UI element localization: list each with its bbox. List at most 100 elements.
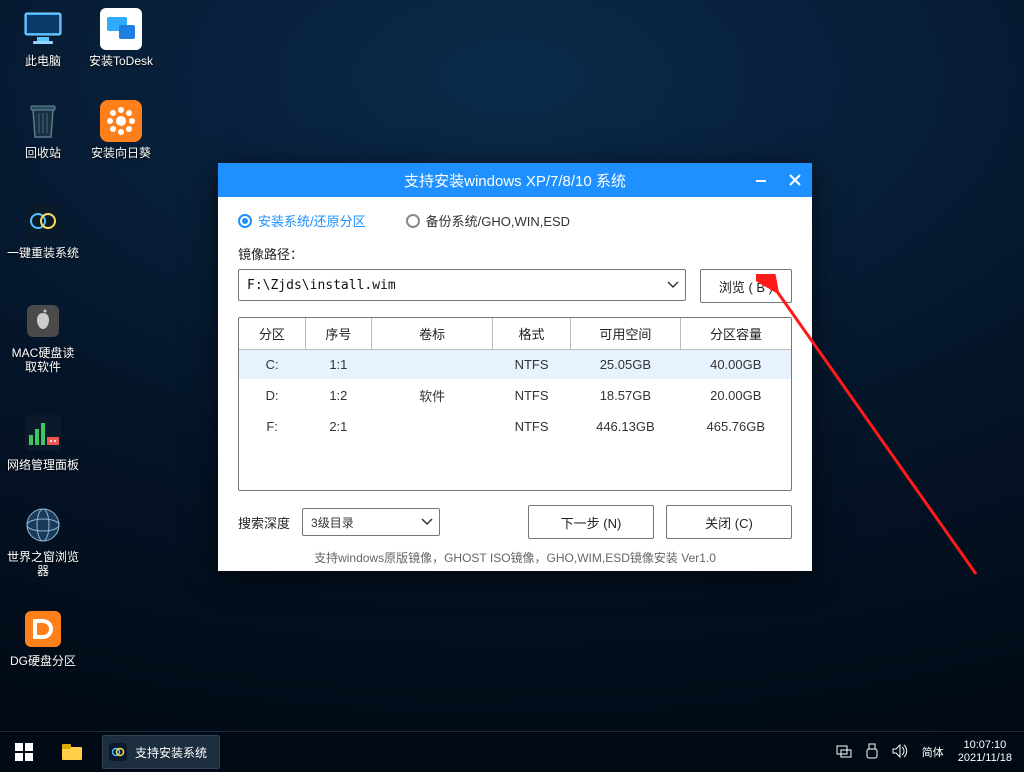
desktop-icon-todesk[interactable]: 安装ToDesk — [84, 8, 158, 68]
cell: NTFS — [493, 412, 570, 441]
browse-button[interactable]: 浏览 ( B ) — [700, 269, 792, 303]
gear-icon — [109, 743, 127, 761]
titlebar[interactable]: 支持安装windows XP/7/8/10 系统 — [218, 163, 812, 197]
depth-value: 3级目录 — [311, 514, 354, 531]
cell: D: — [239, 379, 305, 412]
desktop-icon-sunflower[interactable]: 安装向日葵 — [84, 100, 158, 160]
desktop-icon-recycle[interactable]: 回收站 — [6, 100, 80, 160]
taskbar-explorer[interactable] — [48, 732, 96, 772]
desktop-icon-mac[interactable]: MAC硬盘读取软件 — [6, 300, 80, 374]
col-part: 分区 — [239, 318, 305, 350]
cell: C: — [239, 350, 305, 380]
task-title: 支持安装系统 — [135, 744, 207, 761]
close-icon — [789, 174, 801, 186]
table-row[interactable]: D: 1:2 软件 NTFS 18.57GB 20.00GB — [239, 379, 791, 412]
apple-drive-icon — [22, 300, 64, 342]
desktop-icon-dg[interactable]: DG硬盘分区 — [6, 608, 80, 668]
desktop-icon-onekey[interactable]: 一键重装系统 — [6, 200, 80, 260]
cell: NTFS — [493, 379, 570, 412]
desktop-icon-label: 安装向日葵 — [84, 146, 158, 160]
clock-time: 10:07:10 — [958, 739, 1012, 752]
cell — [371, 350, 492, 380]
start-button[interactable] — [0, 732, 48, 772]
folder-icon — [61, 743, 83, 761]
cell: NTFS — [493, 350, 570, 380]
tray-network-icon[interactable] — [836, 744, 852, 761]
minimize-button[interactable] — [744, 163, 778, 197]
next-button[interactable]: 下一步 (N) — [528, 505, 654, 539]
radio-backup[interactable]: 备份系统/GHO,WIN,ESD — [406, 211, 570, 230]
desktop-icon-label: 此电脑 — [6, 54, 80, 68]
gear-icon — [22, 200, 64, 242]
installer-window: 支持安装windows XP/7/8/10 系统 安装系统/还原分区 备份系统/… — [218, 163, 812, 571]
desktop-icon-label: MAC硬盘读取软件 — [6, 346, 80, 374]
cell: 1:1 — [305, 350, 371, 380]
next-label: 下一步 (N) — [561, 513, 622, 532]
desktop-icon-world[interactable]: 世界之窗浏览器 — [6, 504, 80, 578]
chevron-down-icon — [421, 515, 433, 529]
desktop-icon-netpanel[interactable]: 网络管理面板 — [6, 412, 80, 472]
taskbar-task-installer[interactable]: 支持安装系统 — [102, 735, 220, 769]
window-title: 支持安装windows XP/7/8/10 系统 — [218, 170, 812, 191]
cell: 软件 — [371, 379, 492, 412]
cell — [371, 412, 492, 441]
window-body: 安装系统/还原分区 备份系统/GHO,WIN,ESD 镜像路径： F:\Zjds… — [218, 197, 812, 576]
system-tray: 简体 10:07:10 2021/11/18 — [824, 739, 1024, 765]
col-free: 可用空间 — [570, 318, 680, 350]
col-fs: 格式 — [493, 318, 570, 350]
minimize-icon — [755, 174, 767, 186]
cell: 20.00GB — [681, 379, 791, 412]
radio-label: 备份系统/GHO,WIN,ESD — [426, 211, 570, 230]
close-button[interactable]: 关闭 (C) — [666, 505, 792, 539]
desktop-icon-label: 回收站 — [6, 146, 80, 160]
cell: 18.57GB — [570, 379, 680, 412]
tray-clock[interactable]: 10:07:10 2021/11/18 — [958, 739, 1012, 765]
cell: 2:1 — [305, 412, 371, 441]
col-label: 卷标 — [371, 318, 492, 350]
monitor-icon — [22, 8, 64, 50]
cell: 1:2 — [305, 379, 371, 412]
cell: 25.05GB — [570, 350, 680, 380]
table-row[interactable]: F: 2:1 NTFS 446.13GB 465.76GB — [239, 412, 791, 441]
desktop-icon-label: 网络管理面板 — [6, 458, 80, 472]
desktop-icon-label: 一键重装系统 — [6, 246, 80, 260]
desktop-icon-label: DG硬盘分区 — [6, 654, 80, 668]
cell: 40.00GB — [681, 350, 791, 380]
network-icon — [22, 412, 64, 454]
table-row[interactable]: C: 1:1 NTFS 25.05GB 40.00GB — [239, 350, 791, 380]
col-size: 分区容量 — [681, 318, 791, 350]
globe-icon — [22, 504, 64, 546]
depth-combo[interactable]: 3级目录 — [302, 508, 440, 536]
path-label: 镜像路径： — [238, 244, 792, 263]
image-path-value: F:\Zjds\install.wim — [247, 278, 396, 293]
tray-ime[interactable]: 简体 — [922, 744, 944, 760]
image-path-combo[interactable]: F:\Zjds\install.wim — [238, 269, 686, 301]
cell: 446.13GB — [570, 412, 680, 441]
radio-dot-icon — [238, 214, 252, 228]
partition-table: 分区 序号 卷标 格式 可用空间 分区容量 C: 1:1 NTFS 25.05 — [238, 317, 792, 491]
mode-radios: 安装系统/还原分区 备份系统/GHO,WIN,ESD — [238, 211, 792, 230]
cell: F: — [239, 412, 305, 441]
clock-date: 2021/11/18 — [958, 752, 1012, 765]
radio-install[interactable]: 安装系统/还原分区 — [238, 211, 366, 230]
close-button[interactable] — [778, 163, 812, 197]
tray-volume-icon[interactable] — [892, 744, 908, 761]
path-row: F:\Zjds\install.wim 浏览 ( B ) — [238, 269, 792, 303]
radio-label: 安装系统/还原分区 — [258, 211, 366, 230]
trash-icon — [22, 100, 64, 142]
partition-icon — [22, 608, 64, 650]
col-index: 序号 — [305, 318, 371, 350]
desktop-icon-label: 世界之窗浏览器 — [6, 550, 80, 578]
radio-dot-icon — [406, 214, 420, 228]
cell: 465.76GB — [681, 412, 791, 441]
close-label: 关闭 (C) — [705, 513, 753, 532]
depth-label: 搜索深度 — [238, 513, 290, 532]
browse-label: 浏览 ( B ) — [719, 277, 773, 296]
taskbar: 支持安装系统 简体 10:07:10 2021/11/18 — [0, 731, 1024, 772]
desktop-icon-this-pc[interactable]: 此电脑 — [6, 8, 80, 68]
footer-row: 搜索深度 3级目录 下一步 (N) 关闭 (C) — [238, 505, 792, 539]
todesk-icon — [100, 8, 142, 50]
sunflower-icon — [100, 100, 142, 142]
chevron-down-icon — [667, 278, 679, 293]
tray-usb-icon[interactable] — [866, 743, 878, 762]
